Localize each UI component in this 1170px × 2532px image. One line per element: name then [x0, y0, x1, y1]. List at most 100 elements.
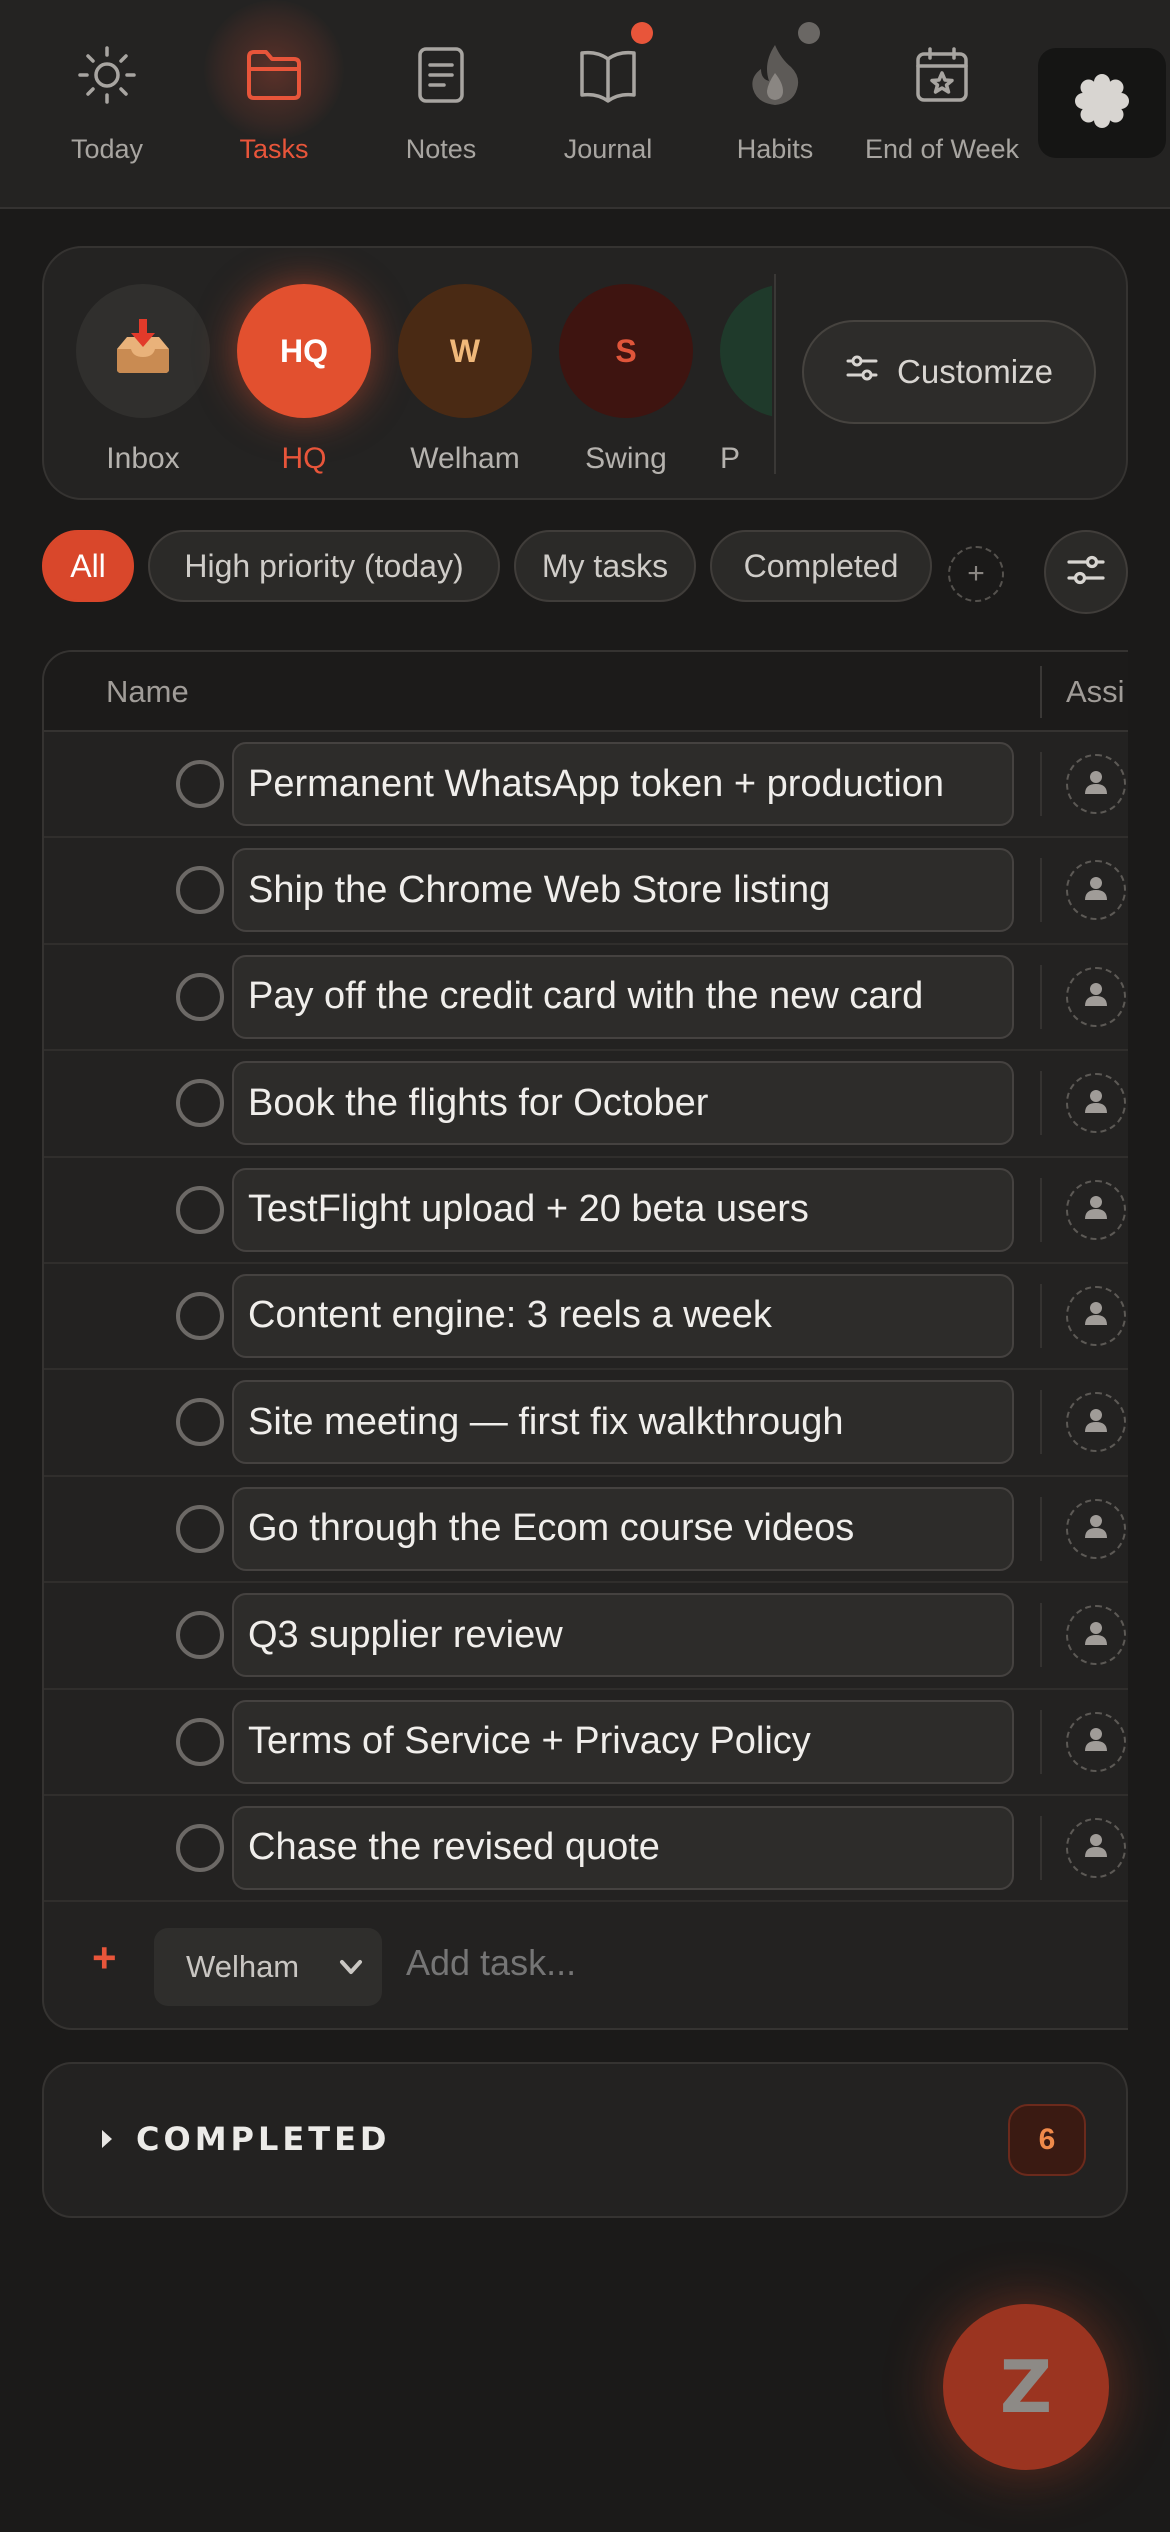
- assignee-button[interactable]: [1066, 1285, 1126, 1346]
- table-row[interactable]: Go through the Ecom course videos: [44, 1477, 1128, 1584]
- task-checkbox[interactable]: [176, 1291, 224, 1340]
- sliders-icon: [845, 353, 879, 391]
- assignee-button[interactable]: [1066, 1605, 1126, 1666]
- project-swing[interactable]: S Swing: [559, 284, 693, 476]
- task-checkbox[interactable]: [176, 760, 224, 808]
- task-title[interactable]: Content engine: 3 reels a week: [232, 1273, 1014, 1358]
- nav-label: End of Week: [864, 134, 1020, 164]
- column-name[interactable]: Name: [106, 674, 189, 710]
- table-row[interactable]: Ship the Chrome Web Store listing: [44, 838, 1128, 945]
- add-filter-button[interactable]: +: [948, 546, 1004, 602]
- person-icon: [1082, 1831, 1110, 1864]
- project-label: P: [720, 442, 741, 475]
- project-inbox[interactable]: Inbox: [76, 284, 210, 476]
- task-checkbox[interactable]: [176, 1504, 224, 1553]
- task-checkbox[interactable]: [176, 866, 224, 915]
- table-row[interactable]: Content engine: 3 reels a week: [44, 1264, 1128, 1371]
- table-row[interactable]: Terms of Service + Privacy Policy: [44, 1690, 1128, 1796]
- task-title[interactable]: TestFlight upload + 20 beta users: [232, 1167, 1014, 1252]
- task-checkbox[interactable]: [176, 1717, 224, 1766]
- column-divider: [1040, 1709, 1042, 1774]
- note-icon: [406, 40, 476, 110]
- assignee-button[interactable]: [1066, 966, 1126, 1027]
- task-title[interactable]: Q3 supplier review: [232, 1593, 1014, 1678]
- customize-button[interactable]: Customize: [802, 320, 1096, 424]
- inbox-avatar: [76, 284, 210, 418]
- filter-high-priority[interactable]: High priority (today): [148, 530, 500, 602]
- add-task-plus[interactable]: +: [92, 1934, 117, 1982]
- task-title[interactable]: Site meeting — first fix walkthrough: [232, 1380, 1014, 1465]
- nav-habits[interactable]: Habits: [692, 22, 858, 180]
- status-dot: [798, 22, 820, 44]
- nav-tasks[interactable]: Tasks: [191, 0, 357, 180]
- column-divider: [1040, 1283, 1042, 1348]
- person-icon: [1082, 980, 1110, 1013]
- completed-count-badge: 6: [1008, 2104, 1086, 2176]
- assignee-button[interactable]: [1066, 860, 1126, 921]
- task-title[interactable]: Ship the Chrome Web Store listing: [232, 848, 1014, 933]
- project-hq[interactable]: HQ HQ: [237, 284, 371, 476]
- task-title[interactable]: Terms of Service + Privacy Policy: [232, 1699, 1014, 1784]
- caret-right-icon: [102, 2130, 112, 2148]
- column-divider[interactable]: [1040, 666, 1042, 718]
- table-row[interactable]: Site meeting — first fix walkthrough: [44, 1370, 1128, 1477]
- assignee-button[interactable]: [1066, 1179, 1126, 1240]
- settings-button[interactable]: [1038, 48, 1166, 158]
- completed-section[interactable]: COMPLETED 6: [42, 2062, 1128, 2218]
- task-checkbox[interactable]: [176, 1398, 224, 1447]
- table-row[interactable]: TestFlight upload + 20 beta users: [44, 1158, 1128, 1264]
- task-checkbox[interactable]: [176, 972, 224, 1021]
- task-checkbox[interactable]: [176, 1611, 224, 1660]
- filter-my-tasks[interactable]: My tasks: [514, 530, 696, 602]
- add-task-row: + Welham: [44, 1898, 1128, 2028]
- table-row[interactable]: Pay off the credit card with the new car…: [44, 945, 1128, 1052]
- project-welham[interactable]: W Welham: [398, 284, 532, 476]
- nav-notes[interactable]: Notes: [358, 30, 524, 180]
- filter-completed[interactable]: Completed: [710, 530, 932, 602]
- column-divider: [1040, 752, 1042, 816]
- project-partial[interactable]: P: [720, 284, 772, 476]
- assignee-button[interactable]: [1066, 754, 1126, 814]
- assignee-button[interactable]: [1066, 1073, 1126, 1134]
- notification-dot: [631, 22, 653, 44]
- task-checkbox[interactable]: [176, 1079, 224, 1128]
- sun-icon: [72, 40, 142, 110]
- column-divider: [1040, 1815, 1042, 1880]
- task-title[interactable]: Permanent WhatsApp token + production: [232, 742, 1014, 826]
- project-select[interactable]: Welham: [154, 1928, 382, 2006]
- table-row[interactable]: Chase the revised quote: [44, 1796, 1128, 1903]
- assignee-button[interactable]: [1066, 1498, 1126, 1559]
- table-row[interactable]: Book the flights for October: [44, 1051, 1128, 1158]
- sliders-icon: [1066, 553, 1106, 592]
- flame-icon: [740, 40, 810, 110]
- person-icon: [1082, 1299, 1110, 1332]
- task-checkbox[interactable]: [176, 1823, 224, 1872]
- assignee-button[interactable]: [1066, 1817, 1126, 1878]
- filter-all[interactable]: All: [42, 530, 134, 602]
- assignee-button[interactable]: [1066, 1392, 1126, 1453]
- nav-journal[interactable]: Journal: [525, 22, 691, 180]
- column-divider: [1040, 1603, 1042, 1668]
- assignee-button[interactable]: [1066, 1711, 1126, 1772]
- nav-end-of-week[interactable]: End of Week: [859, 30, 1025, 180]
- task-table: Name Assi Permanent WhatsApp token + pro…: [42, 650, 1128, 2030]
- filter-settings-button[interactable]: [1044, 530, 1128, 614]
- nav-label: Notes: [405, 134, 477, 164]
- task-checkbox[interactable]: [176, 1185, 224, 1234]
- table-row[interactable]: Permanent WhatsApp token + production: [44, 732, 1128, 839]
- task-title[interactable]: Book the flights for October: [232, 1061, 1014, 1146]
- nav-label: Today: [70, 134, 144, 164]
- completed-label: COMPLETED: [136, 2120, 391, 2158]
- add-task-input[interactable]: [406, 1942, 871, 1984]
- project-label: HQ: [281, 442, 327, 475]
- task-title[interactable]: Chase the revised quote: [232, 1805, 1014, 1890]
- table-row[interactable]: Q3 supplier review: [44, 1583, 1128, 1690]
- nav-label: Journal: [563, 134, 653, 164]
- book-icon: [573, 40, 643, 110]
- task-title[interactable]: Pay off the credit card with the new car…: [232, 954, 1014, 1039]
- column-assignee[interactable]: Assi: [1066, 674, 1125, 710]
- task-title[interactable]: Go through the Ecom course videos: [232, 1486, 1014, 1571]
- nav-today[interactable]: Today: [24, 30, 190, 180]
- person-icon: [1082, 1406, 1110, 1439]
- quick-action-button[interactable]: Z: [943, 2304, 1109, 2470]
